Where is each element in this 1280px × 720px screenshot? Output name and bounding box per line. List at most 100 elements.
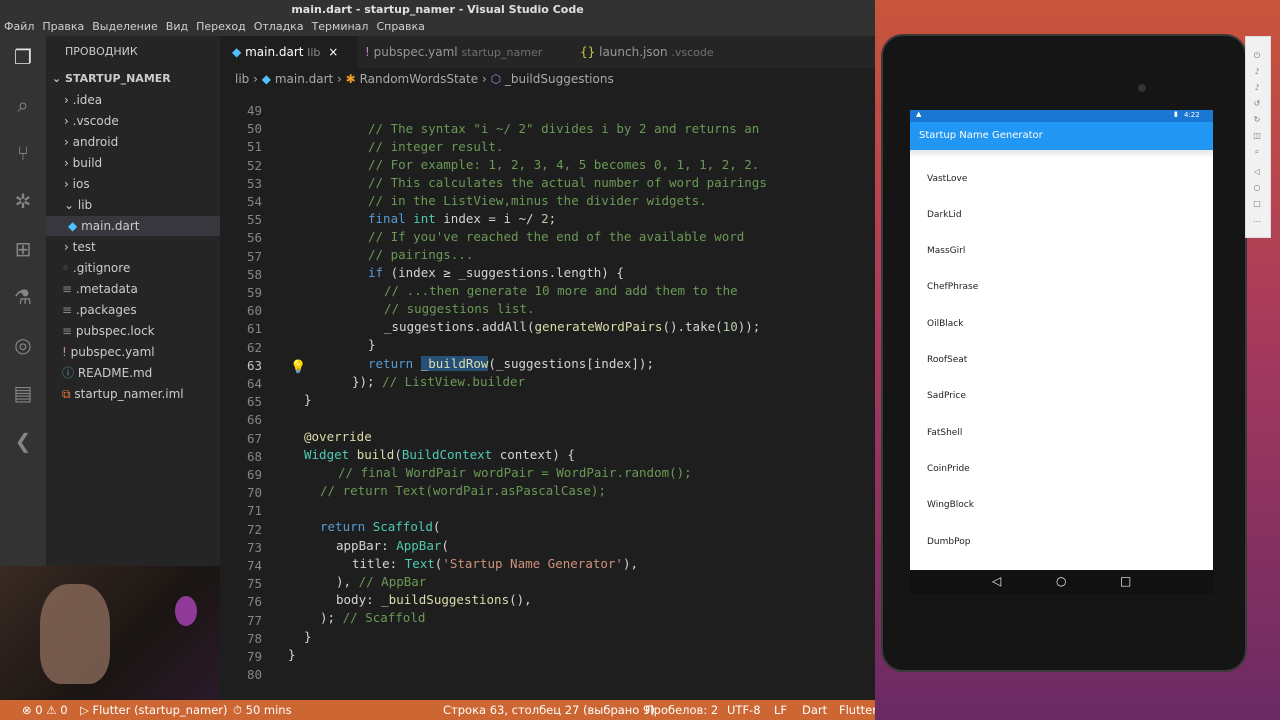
menu-file[interactable]: Файл — [4, 20, 34, 33]
sidebar-item-packages[interactable]: ≡ .packages — [62, 300, 137, 320]
power-icon[interactable]: ⏻ — [1252, 51, 1262, 61]
line-number: 74 — [246, 558, 262, 573]
sidebar-item-test[interactable]: › test — [64, 237, 96, 257]
json-file-icon: {} — [580, 45, 596, 59]
sidebar-item-vscode[interactable]: › .vscode — [64, 111, 119, 131]
menu-go[interactable]: Переход — [196, 20, 246, 33]
line-number: 53 — [246, 175, 262, 191]
menu-terminal[interactable]: Терминал — [312, 20, 369, 33]
test-icon[interactable]: ⚗ — [10, 284, 36, 310]
sidebar-item-iml[interactable]: ⧉ startup_namer.iml — [62, 384, 184, 404]
recents-icon[interactable]: □ — [1120, 574, 1131, 588]
code-line-67: @override — [304, 429, 372, 444]
menu-help[interactable]: Справка — [376, 20, 424, 33]
list-item[interactable]: WingBlock — [927, 500, 974, 510]
line-number: 50 — [246, 121, 262, 137]
project-folder[interactable]: ⌄ STARTUP_NAMER — [52, 69, 171, 89]
home-icon[interactable]: ○ — [1252, 183, 1262, 193]
rotate-left-icon[interactable]: ↺ — [1252, 99, 1262, 109]
tab-launch-json[interactable]: {} launch.json .vscode — [580, 36, 740, 68]
sidebar-item-main-dart[interactable]: ◆ main.dart — [46, 216, 220, 236]
status-bar: ⊗ 0 ⚠ 0 ▷ Flutter (startup_namer) ⏱ 50 m… — [0, 700, 877, 720]
list-item[interactable]: MassGirl — [927, 246, 965, 256]
class-icon: ✱ — [345, 72, 356, 86]
screenshot-icon[interactable]: ◫ — [1252, 131, 1262, 141]
device-screen[interactable]: ▲ ▮ 4:22 Startup Name Generator VastLove… — [910, 110, 1213, 570]
timer-indicator[interactable]: ⏱ 50 mins — [233, 700, 292, 720]
line-number: 56 — [246, 230, 262, 246]
docker-icon[interactable]: ▤ — [10, 380, 36, 406]
sidebar-item-idea[interactable]: › .idea — [64, 90, 102, 110]
code-line-58: if (index ≥ _suggestions.length) { — [368, 265, 624, 280]
sidebar-item-pubspec-yaml[interactable]: ! pubspec.yaml — [62, 342, 155, 362]
menu-debug[interactable]: Отладка — [254, 20, 304, 33]
volume-up-icon[interactable]: ♪ — [1252, 67, 1262, 77]
debug-icon[interactable]: ✲ — [10, 188, 36, 214]
sidebar-item-ios[interactable]: › ios — [64, 174, 90, 194]
list-item[interactable]: FatShell — [927, 428, 962, 438]
line-number: 73 — [246, 539, 262, 555]
line-number: 63 — [246, 357, 262, 373]
menu-view[interactable]: Вид — [166, 20, 188, 33]
home-icon[interactable]: ○ — [1056, 574, 1066, 588]
line-number: 69 — [246, 467, 262, 482]
camera-icon — [1138, 84, 1146, 92]
list-item[interactable]: RoofSeat — [927, 355, 967, 365]
sidebar-item-pubspec-lock[interactable]: ≡ pubspec.lock — [62, 321, 155, 341]
code-line-59: // ...then generate 10 more and add them… — [384, 283, 738, 298]
source-control-icon[interactable]: ⑂ — [10, 140, 36, 166]
tab-pubspec-yaml[interactable]: ! pubspec.yaml startup_namer — [365, 36, 565, 68]
menu-selection[interactable]: Выделение — [92, 20, 158, 33]
flutter-status[interactable]: Flutter — [839, 700, 877, 720]
tab-main-dart[interactable]: ◆ main.dart lib × — [220, 36, 358, 68]
cursor-position[interactable]: Строка 63, столбец 27 (выбрано 9) — [443, 700, 655, 720]
code-editor[interactable]: 49 50 51 52 53 54 55 56 57 58 59 60 61 62 63 64 65 66 67 68… — [220, 90, 875, 700]
indentation[interactable]: Пробелов: 2 — [645, 700, 718, 720]
breadcrumb-lib[interactable]: lib — [235, 72, 249, 86]
debug-target[interactable]: ▷ Flutter (startup_namer) — [80, 700, 228, 720]
remote-icon[interactable]: ◎ — [10, 332, 36, 358]
explorer-icon[interactable]: ❐ — [10, 44, 36, 70]
close-icon[interactable]: × — [328, 45, 338, 59]
dart-file-icon: ◆ — [68, 219, 78, 233]
sidebar-item-gitignore[interactable]: ◦ .gitignore — [62, 258, 130, 278]
sidebar-item-readme[interactable]: ⓘ README.md — [62, 363, 152, 383]
list-item[interactable]: SadPrice — [927, 391, 966, 401]
code-line-79: } — [288, 647, 296, 662]
tab-bar: ◆ main.dart lib × ! pubspec.yaml startup… — [220, 36, 875, 68]
list-item[interactable]: DarkLid — [927, 210, 962, 220]
list-item[interactable]: DumbPop — [927, 537, 970, 547]
list-item[interactable]: OilBlack — [927, 319, 963, 329]
rotate-right-icon[interactable]: ↻ — [1252, 115, 1262, 125]
breadcrumb-class[interactable]: RandomWordsState — [360, 72, 479, 86]
code-line-57: // pairings... — [368, 247, 474, 262]
more-icon[interactable]: ⋯ — [1252, 217, 1262, 227]
list-item[interactable]: CoinPride — [927, 464, 970, 474]
zoom-icon[interactable]: ⌕ — [1252, 147, 1262, 157]
list-item[interactable]: VastLove — [927, 174, 967, 184]
title-bar: main.dart - startup_namer - Visual Studi… — [0, 0, 875, 18]
list-item[interactable]: ChefPhrase — [927, 282, 978, 292]
sidebar-item-android[interactable]: › android — [64, 132, 118, 152]
code-line-54: // in the ListView,minus the divider wid… — [368, 193, 707, 208]
line-ending[interactable]: LF — [774, 700, 787, 720]
lightbulb-icon[interactable]: 💡 — [290, 360, 306, 375]
sidebar-item-lib[interactable]: ⌄ lib — [64, 195, 92, 215]
back-icon[interactable]: ◁ — [1252, 167, 1262, 177]
language-mode[interactable]: Dart — [802, 700, 827, 720]
menu-edit[interactable]: Правка — [42, 20, 84, 33]
problems-indicator[interactable]: ⊗ 0 ⚠ 0 — [22, 700, 68, 720]
extensions-icon[interactable]: ⊞ — [10, 236, 36, 262]
code-line-78: } — [304, 629, 312, 644]
search-icon[interactable]: ⌕ — [10, 92, 36, 118]
breadcrumb-method[interactable]: _buildSuggestions — [505, 72, 614, 86]
explorer-sidebar: ПРОВОДНИК ⌄ STARTUP_NAMER › .idea › .vsc… — [46, 36, 220, 566]
encoding[interactable]: UTF-8 — [727, 700, 761, 720]
overview-icon[interactable]: □ — [1252, 199, 1262, 209]
breadcrumb-file[interactable]: main.dart — [275, 72, 333, 86]
sidebar-item-metadata[interactable]: ≡ .metadata — [62, 279, 138, 299]
back-icon[interactable]: ◁ — [992, 574, 1001, 588]
sidebar-item-build[interactable]: › build — [64, 153, 102, 173]
flutter-icon[interactable]: ❮ — [10, 428, 36, 454]
volume-down-icon[interactable]: ♪ — [1252, 83, 1262, 93]
